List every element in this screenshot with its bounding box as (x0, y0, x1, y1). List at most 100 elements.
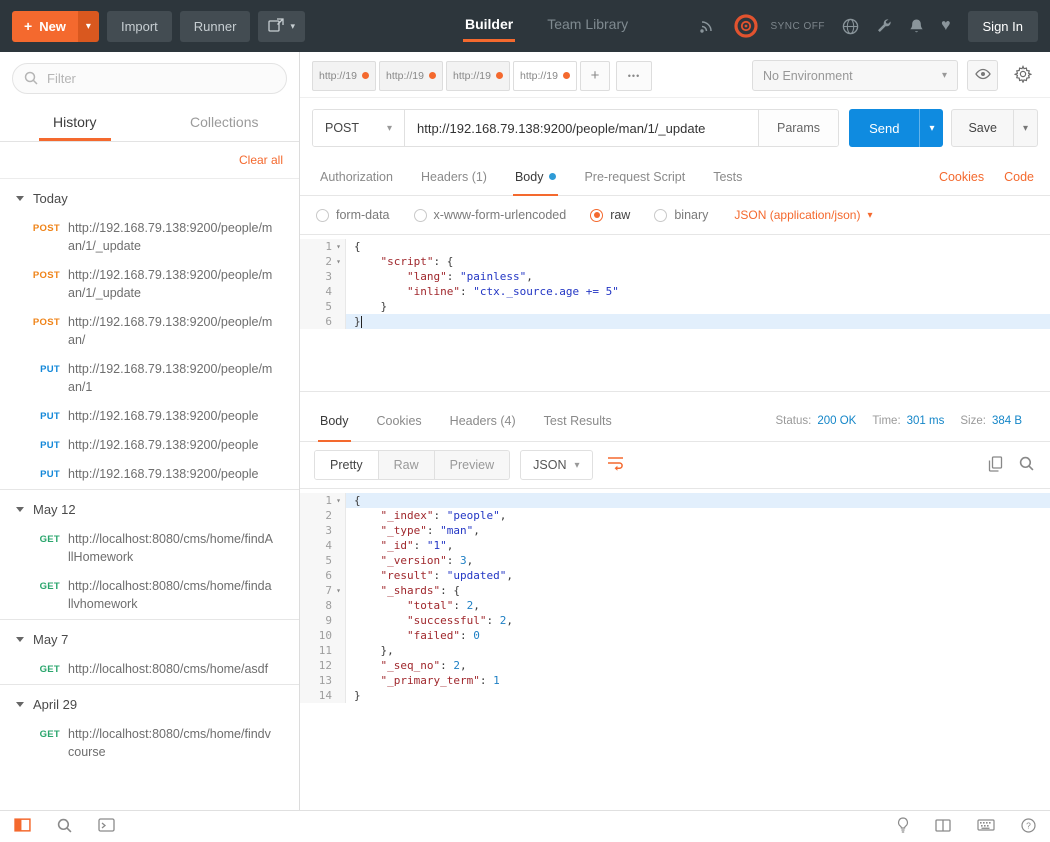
history-item[interactable]: POSThttp://192.168.79.138:9200/people/ma… (0, 261, 299, 308)
history-item[interactable]: GEThttp://localhost:8080/cms/home/findAl… (0, 525, 299, 572)
environment-preview-button[interactable] (967, 60, 998, 91)
wrap-lines-button[interactable] (603, 452, 628, 478)
clear-all-link[interactable]: Clear all (239, 153, 283, 167)
history-item[interactable]: POSThttp://192.168.79.138:9200/people/ma… (0, 308, 299, 355)
view-raw[interactable]: Raw (379, 451, 435, 479)
heart-icon[interactable]: ♥ (941, 18, 951, 34)
code-text[interactable]: "total": 2, (346, 598, 1050, 613)
code-text[interactable]: }, (346, 643, 1050, 658)
sidebar-tab-collections[interactable]: Collections (150, 105, 300, 141)
sync-satellite-icon[interactable] (699, 19, 716, 34)
line-number[interactable]: 13 (300, 673, 346, 688)
view-pretty[interactable]: Pretty (315, 451, 379, 479)
history-item[interactable]: PUThttp://192.168.79.138:9200/people (0, 460, 299, 489)
new-tab-button[interactable]: + (580, 61, 610, 91)
request-tab[interactable]: http://19 (513, 61, 577, 91)
line-number[interactable]: 1▾ (300, 493, 346, 508)
history-group-header[interactable]: May 7 (0, 620, 299, 655)
history-item[interactable]: GEThttp://localhost:8080/cms/home/findvc… (0, 720, 299, 767)
new-button[interactable]: + New (12, 11, 78, 42)
environment-select[interactable]: No Environment ▾ (752, 60, 958, 91)
line-number[interactable]: 6 (300, 314, 346, 329)
bell-icon[interactable] (909, 18, 924, 34)
history-group-header[interactable]: Today (0, 179, 299, 214)
code-text[interactable]: "_version": 3, (346, 553, 1050, 568)
request-tab[interactable]: http://19 (446, 61, 510, 91)
content-type-select[interactable]: JSON (application/json) ▾ (734, 208, 872, 222)
history-item[interactable]: PUThttp://192.168.79.138:9200/people/man… (0, 355, 299, 402)
history-item[interactable]: POSThttp://192.168.79.138:9200/people/ma… (0, 214, 299, 261)
code-text[interactable]: } (346, 314, 1050, 329)
tab-headers-1[interactable]: Headers (1) (407, 158, 501, 195)
console-button[interactable] (98, 818, 115, 835)
save-dropdown-button[interactable]: ▾ (1013, 110, 1037, 146)
line-number[interactable]: 5 (300, 553, 346, 568)
shortcuts-button[interactable] (977, 819, 995, 834)
code-text[interactable]: { (346, 239, 1050, 254)
fold-icon[interactable]: ▾ (332, 583, 345, 598)
line-number[interactable]: 5 (300, 299, 346, 314)
more-tabs-button[interactable]: ••• (616, 61, 652, 91)
body-type-raw[interactable]: raw (590, 208, 630, 222)
line-number[interactable]: 11 (300, 643, 346, 658)
code-text[interactable]: "lang": "painless", (346, 269, 1050, 284)
request-tab[interactable]: http://19: (379, 61, 443, 91)
sidebar-toggle-button[interactable] (14, 818, 31, 835)
tab-authorization[interactable]: Authorization (306, 158, 407, 195)
tab-body[interactable]: Body (501, 158, 571, 195)
nav-tab-builder[interactable]: Builder (463, 10, 515, 42)
history-item[interactable]: PUThttp://192.168.79.138:9200/people (0, 431, 299, 460)
code-text[interactable]: "result": "updated", (346, 568, 1050, 583)
line-number[interactable]: 4 (300, 284, 346, 299)
line-number[interactable]: 1▾ (300, 239, 346, 254)
wrench-icon[interactable] (876, 18, 892, 34)
fold-icon[interactable]: ▾ (332, 254, 345, 269)
method-select[interactable]: POST ▾ (313, 110, 405, 146)
runner-button[interactable]: Runner (180, 11, 251, 42)
tips-button[interactable] (897, 817, 909, 836)
code-text[interactable]: "_id": "1", (346, 538, 1050, 553)
save-button[interactable]: Save (952, 110, 1013, 146)
history-item[interactable]: GEThttp://localhost:8080/cms/home/asdf (0, 655, 299, 684)
code-text[interactable]: } (346, 688, 1050, 703)
tab-pre-request-script[interactable]: Pre-request Script (570, 158, 699, 195)
new-dropdown-button[interactable]: ▾ (78, 11, 99, 42)
body-type-form-data[interactable]: form-data (316, 208, 390, 222)
sidebar-tab-history[interactable]: History (0, 105, 150, 141)
new-window-button[interactable]: ▾ (258, 11, 305, 42)
two-pane-view-button[interactable] (935, 819, 951, 835)
line-number[interactable]: 2 (300, 508, 346, 523)
line-number[interactable]: 2▾ (300, 254, 346, 269)
line-number[interactable]: 8 (300, 598, 346, 613)
code-text[interactable]: "_index": "people", (346, 508, 1050, 523)
nav-tab-team-library[interactable]: Team Library (545, 10, 630, 42)
url-input[interactable] (405, 110, 758, 146)
view-preview[interactable]: Preview (435, 451, 509, 479)
code-link[interactable]: Code (1004, 170, 1034, 184)
response-tab-body[interactable]: Body (306, 400, 363, 441)
code-text[interactable]: } (346, 299, 1050, 314)
tab-tests[interactable]: Tests (699, 158, 756, 195)
response-tab-cookies[interactable]: Cookies (363, 400, 436, 441)
line-number[interactable]: 3 (300, 523, 346, 538)
response-tab-test-results[interactable]: Test Results (530, 400, 626, 441)
line-number[interactable]: 7▾ (300, 583, 346, 598)
code-text[interactable]: "_primary_term": 1 (346, 673, 1050, 688)
body-type-x-www-form-urlencoded[interactable]: x-www-form-urlencoded (414, 208, 567, 222)
line-number[interactable]: 3 (300, 269, 346, 284)
params-button[interactable]: Params (758, 110, 838, 146)
history-item[interactable]: PUThttp://192.168.79.138:9200/people (0, 402, 299, 431)
request-tab[interactable]: http://19 (312, 61, 376, 91)
response-body-viewer[interactable]: 1▾{2 "_index": "people",3 "_type": "man"… (300, 488, 1050, 810)
code-text[interactable]: "inline": "ctx._source.age += 5" (346, 284, 1050, 299)
globe-icon[interactable] (842, 18, 859, 35)
copy-response-button[interactable] (988, 456, 1003, 475)
send-dropdown-button[interactable]: ▾ (919, 109, 943, 147)
line-number[interactable]: 9 (300, 613, 346, 628)
format-select[interactable]: JSON ▾ (520, 450, 592, 480)
code-text[interactable]: "script": { (346, 254, 1050, 269)
sign-in-button[interactable]: Sign In (968, 11, 1038, 42)
fold-icon[interactable]: ▾ (332, 239, 345, 254)
history-group-header[interactable]: April 29 (0, 685, 299, 720)
history-group-header[interactable]: May 12 (0, 490, 299, 525)
